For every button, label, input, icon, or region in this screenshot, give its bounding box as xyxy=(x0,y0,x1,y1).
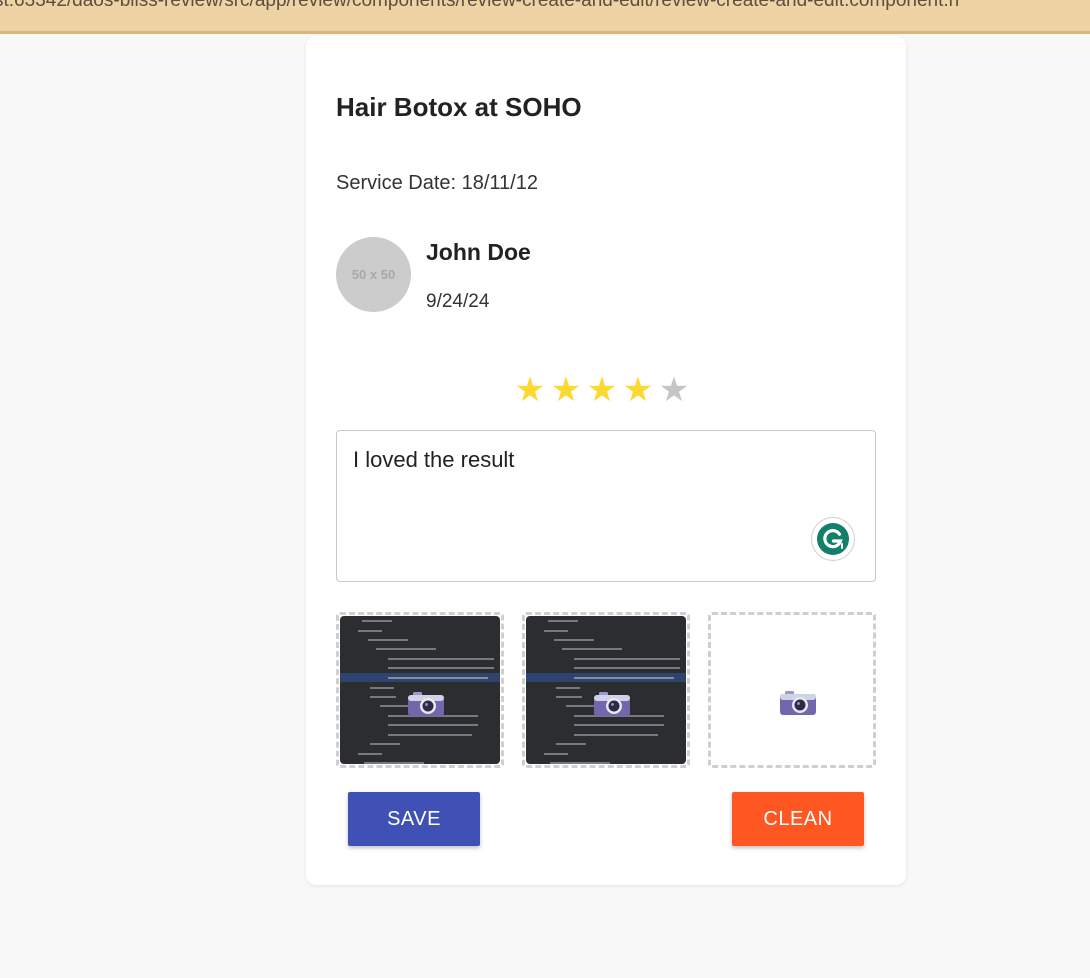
photo-thumbnail xyxy=(340,616,500,764)
avatar-placeholder-text: 50 x 50 xyxy=(351,267,396,282)
user-name: John Doe xyxy=(426,239,531,265)
photo-slot-1[interactable] xyxy=(336,612,504,768)
service-date: Service Date: 18/11/12 xyxy=(336,172,538,194)
review-comment-text: I loved the result xyxy=(353,447,515,472)
service-title: Hair Botox at SOHO xyxy=(336,92,582,122)
avatar: 50 x 50 xyxy=(336,237,411,312)
photo-upload-grid xyxy=(336,612,876,768)
camera-icon xyxy=(408,692,444,716)
star-2-icon[interactable]: ★ xyxy=(550,370,582,410)
photo-slot-2[interactable] xyxy=(522,612,690,768)
clean-button[interactable]: CLEAN xyxy=(732,792,864,846)
star-4-icon[interactable]: ★ xyxy=(622,370,654,410)
grammarly-icon[interactable] xyxy=(811,517,855,561)
camera-icon xyxy=(594,692,630,716)
browser-url-bar[interactable]: st:63342/daos-bliss-review/src/app/revie… xyxy=(0,0,1090,34)
camera-icon xyxy=(780,691,816,715)
review-date: 9/24/24 xyxy=(426,291,490,312)
browser-url-text: st:63342/daos-bliss-review/src/app/revie… xyxy=(0,0,960,11)
star-5-icon[interactable]: ★ xyxy=(658,370,690,410)
star-3-icon[interactable]: ★ xyxy=(586,370,618,410)
review-card: Hair Botox at SOHO Service Date: 18/11/1… xyxy=(306,36,906,885)
photo-thumbnail xyxy=(526,616,686,764)
star-rating[interactable]: ★ ★ ★ ★ ★ xyxy=(514,370,690,410)
photo-slot-3-empty[interactable] xyxy=(708,612,876,768)
star-1-icon[interactable]: ★ xyxy=(514,370,546,410)
save-button[interactable]: SAVE xyxy=(348,792,480,846)
review-comment-textarea[interactable]: I loved the result xyxy=(336,430,876,582)
